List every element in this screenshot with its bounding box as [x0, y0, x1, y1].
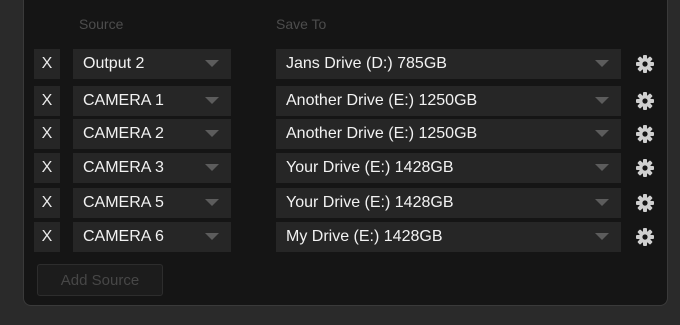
chevron-down-icon — [595, 199, 609, 206]
chevron-down-icon — [205, 130, 219, 137]
gear-icon[interactable] — [635, 158, 655, 178]
save-to-select-value: My Drive (E:) 1428GB — [286, 228, 443, 245]
remove-source-button[interactable]: X — [34, 49, 60, 79]
save-to-select[interactable]: Your Drive (E:) 1428GB — [276, 188, 621, 218]
save-to-select[interactable]: My Drive (E:) 1428GB — [276, 222, 621, 252]
source-select[interactable]: Output 2 — [73, 49, 231, 79]
source-select-value: CAMERA 3 — [83, 159, 164, 176]
chevron-down-icon — [595, 130, 609, 137]
source-select[interactable]: CAMERA 5 — [73, 188, 231, 218]
save-to-column-header: Save To — [276, 16, 327, 32]
remove-source-button[interactable]: X — [34, 86, 60, 116]
remove-source-button[interactable]: X — [34, 188, 60, 218]
save-to-select-value: Another Drive (E:) 1250GB — [286, 125, 478, 142]
save-to-select[interactable]: Your Drive (E:) 1428GB — [276, 153, 621, 183]
record-sources-panel: Source Save To X Output 2 Jans Drive (D:… — [23, 0, 668, 306]
chevron-down-icon — [205, 164, 219, 171]
chevron-down-icon — [595, 97, 609, 104]
source-row: X Output 2 Jans Drive (D:) 785GB — [24, 49, 667, 79]
source-select-value: Output 2 — [83, 55, 145, 72]
source-select-value: CAMERA 6 — [83, 228, 164, 245]
source-row: X CAMERA 6 My Drive (E:) 1428GB — [24, 222, 667, 252]
chevron-down-icon — [595, 60, 609, 67]
remove-source-button[interactable]: X — [34, 222, 60, 252]
remove-source-button[interactable]: X — [34, 119, 60, 149]
save-to-select-value: Another Drive (E:) 1250GB — [286, 92, 478, 109]
chevron-down-icon — [205, 199, 219, 206]
save-to-select-value: Your Drive (E:) 1428GB — [286, 159, 454, 176]
chevron-down-icon — [205, 60, 219, 67]
gear-icon[interactable] — [635, 91, 655, 111]
save-to-select[interactable]: Another Drive (E:) 1250GB — [276, 119, 621, 149]
save-to-select-value: Jans Drive (D:) 785GB — [286, 55, 447, 72]
source-row: X CAMERA 3 Your Drive (E:) 1428GB — [24, 153, 667, 183]
chevron-down-icon — [595, 233, 609, 240]
source-select[interactable]: CAMERA 3 — [73, 153, 231, 183]
source-select[interactable]: CAMERA 6 — [73, 222, 231, 252]
save-to-select[interactable]: Another Drive (E:) 1250GB — [276, 86, 621, 116]
add-source-button[interactable]: Add Source — [37, 264, 163, 296]
gear-icon[interactable] — [635, 193, 655, 213]
save-to-select[interactable]: Jans Drive (D:) 785GB — [276, 49, 621, 79]
chevron-down-icon — [595, 164, 609, 171]
source-select-value: CAMERA 1 — [83, 92, 164, 109]
gear-icon[interactable] — [635, 124, 655, 144]
source-row: X CAMERA 1 Another Drive (E:) 1250GB — [24, 86, 667, 116]
gear-icon[interactable] — [635, 227, 655, 247]
chevron-down-icon — [205, 233, 219, 240]
source-select-value: CAMERA 2 — [83, 125, 164, 142]
source-select-value: CAMERA 5 — [83, 194, 164, 211]
save-to-select-value: Your Drive (E:) 1428GB — [286, 194, 454, 211]
source-select[interactable]: CAMERA 1 — [73, 86, 231, 116]
gear-icon[interactable] — [635, 54, 655, 74]
remove-source-button[interactable]: X — [34, 153, 60, 183]
source-row: X CAMERA 5 Your Drive (E:) 1428GB — [24, 188, 667, 218]
chevron-down-icon — [205, 97, 219, 104]
source-column-header: Source — [79, 16, 124, 32]
source-select[interactable]: CAMERA 2 — [73, 119, 231, 149]
source-row: X CAMERA 2 Another Drive (E:) 1250GB — [24, 119, 667, 149]
